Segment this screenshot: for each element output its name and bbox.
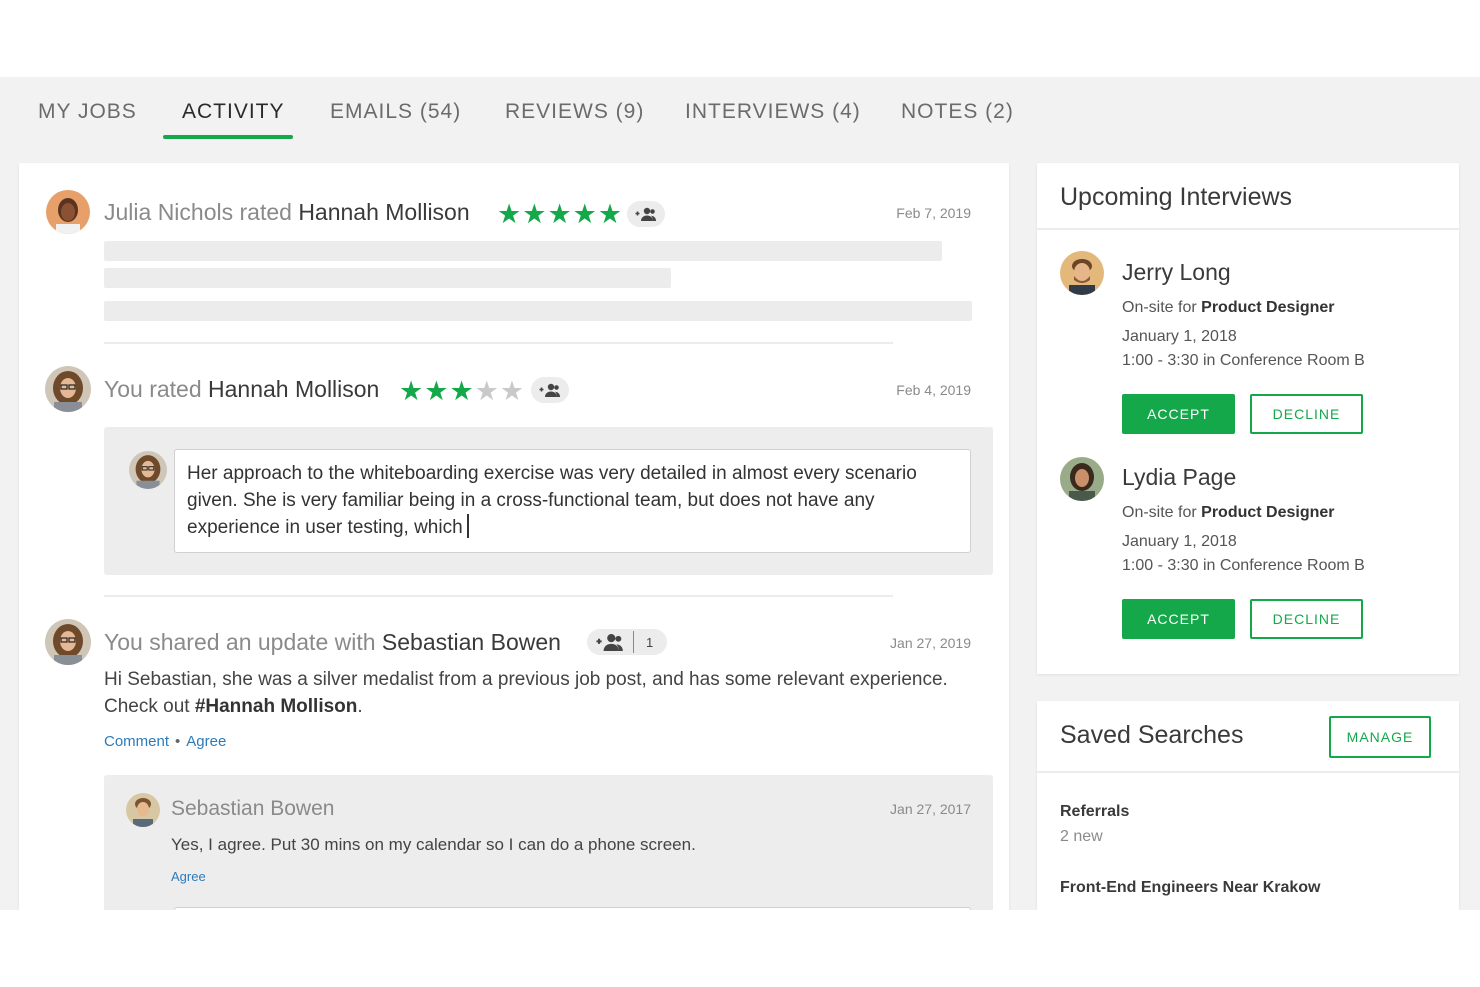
accept-button[interactable]: ACCEPT (1122, 394, 1235, 434)
update-body: Hi Sebastian, she was a silver medalist … (104, 666, 974, 720)
tab-interviews[interactable]: INTERVIEWS (4) (685, 100, 861, 124)
rating-stars-1: ★ ★ ★ ★ ★ (497, 201, 622, 228)
tab-notes[interactable]: NOTES (2) (901, 100, 1014, 124)
comment-link[interactable]: Comment (104, 733, 169, 750)
accept-button[interactable]: ACCEPT (1122, 599, 1235, 639)
card-divider (1037, 228, 1459, 230)
placeholder-line (104, 241, 942, 261)
add-person-icon (539, 383, 560, 397)
saved-search-name[interactable]: Front-End Engineers Near Krakow (1060, 879, 1321, 897)
card-divider (1037, 771, 1459, 773)
add-person-icon (635, 207, 656, 221)
reply-thread: Sebastian Bowen Jan 27, 2017 Yes, I agre… (104, 775, 993, 910)
avatar-you-small (129, 451, 167, 489)
interview-date: January 1, 2018 (1122, 533, 1237, 550)
interviewee-name[interactable]: Lydia Page (1122, 464, 1236, 491)
app-stage: MY JOBS ACTIVITY EMAILS (54) REVIEWS (9)… (0, 77, 1480, 910)
decline-button[interactable]: DECLINE (1250, 599, 1363, 639)
avatar-you[interactable] (45, 619, 91, 665)
interview-type: On-site for Product Designer (1122, 299, 1335, 316)
tab-emails[interactable]: EMAILS (54) (330, 100, 461, 124)
subject-link[interactable]: Hannah Mollison (298, 199, 469, 225)
reply-input[interactable] (174, 907, 971, 910)
activity-title-2: You rated Hannah Mollison (104, 376, 380, 402)
comment-textarea[interactable]: Her approach to the whiteboarding exerci… (174, 449, 971, 553)
saved-search-name[interactable]: Referrals (1060, 803, 1129, 821)
tab-reviews[interactable]: REVIEWS (9) (505, 100, 644, 124)
star-icon: ★ (547, 199, 572, 229)
update-actions: Comment • Agree (104, 733, 226, 750)
interviewee-name[interactable]: Jerry Long (1122, 259, 1231, 286)
rating-stars-2: ★ ★ ★ ★ ★ (399, 378, 524, 405)
upcoming-interviews-card: Upcoming Interviews Jerry Long On-site f… (1037, 163, 1459, 674)
dot-separator: • (175, 733, 181, 750)
placeholder-line (104, 301, 972, 321)
manage-button[interactable]: MANAGE (1329, 716, 1431, 758)
saved-search-count: 2 new (1060, 828, 1103, 845)
activity-date-2: Feb 4, 2019 (896, 382, 971, 398)
avatar-julia-nichols[interactable] (46, 190, 90, 234)
feed-divider (104, 342, 893, 344)
star-icon: ★ (497, 199, 522, 229)
star-icon: ★ (572, 199, 597, 229)
interview-time: 1:00 - 3:30 in Conference Room B (1122, 557, 1365, 574)
share-chip-1[interactable] (627, 201, 665, 227)
hashtag-link[interactable]: #Hannah Mollison (195, 696, 358, 717)
star-icon: ★ (399, 376, 424, 406)
comment-composer: Her approach to the whiteboarding exerci… (104, 427, 993, 575)
agree-link[interactable]: Agree (186, 733, 226, 750)
activity-date-1: Feb 7, 2019 (896, 205, 971, 221)
avatar-lydia-page[interactable] (1060, 457, 1104, 501)
activity-title-3: You shared an update with Sebastian Bowe… (104, 629, 561, 655)
update-line: Check out #Hannah Mollison. (104, 696, 363, 717)
comment-line: Her approach to the whiteboarding exerci… (187, 463, 917, 484)
update-line: Hi Sebastian, she was a silver medalist … (104, 669, 948, 690)
text-caret (466, 514, 469, 538)
activity-date-3: Jan 27, 2019 (890, 635, 971, 651)
reply-text: Yes, I agree. Put 30 mins on my calendar… (171, 835, 696, 854)
card-title: Saved Searches (1060, 721, 1244, 749)
star-empty-icon: ★ (474, 376, 499, 406)
star-icon: ★ (522, 199, 547, 229)
avatar-you[interactable] (45, 366, 91, 412)
subject-link[interactable]: Hannah Mollison (208, 376, 379, 402)
star-icon: ★ (449, 376, 474, 406)
share-count: 1 (646, 634, 654, 650)
saved-searches-card: Saved Searches MANAGE Referrals 2 new Fr… (1037, 701, 1459, 910)
star-empty-icon: ★ (499, 376, 525, 406)
tab-bar: MY JOBS ACTIVITY EMAILS (54) REVIEWS (9)… (0, 77, 1480, 147)
activity-title-1: Julia Nichols rated Hannah Mollison (104, 199, 470, 225)
subject-link[interactable]: Sebastian Bowen (382, 629, 561, 655)
tab-activity[interactable]: ACTIVITY (182, 100, 285, 124)
chip-separator (633, 631, 634, 653)
active-tab-indicator (163, 135, 293, 139)
star-icon: ★ (597, 199, 623, 229)
reply-author[interactable]: Sebastian Bowen (171, 797, 334, 821)
reply-agree-link[interactable]: Agree (171, 869, 206, 884)
decline-button[interactable]: DECLINE (1250, 394, 1363, 434)
share-chip-3[interactable]: 1 (587, 629, 668, 655)
avatar-jerry-long[interactable] (1060, 251, 1104, 295)
add-person-icon (596, 634, 623, 651)
card-title: Upcoming Interviews (1060, 183, 1293, 211)
activity-feed: Julia Nichols rated Hannah Mollison ★ ★ ★ ★… (19, 163, 1009, 910)
avatar-sebastian-bowen[interactable] (126, 793, 160, 827)
star-icon: ★ (424, 376, 449, 406)
interview-time: 1:00 - 3:30 in Conference Room B (1122, 352, 1365, 369)
comment-line: given. She is very familiar being in a c… (187, 490, 875, 511)
comment-line: experience in user testing, which (187, 514, 958, 541)
feed-divider (104, 595, 893, 597)
share-chip-2[interactable] (531, 377, 569, 403)
reply-date: Jan 27, 2017 (890, 801, 971, 817)
interview-date: January 1, 2018 (1122, 328, 1237, 345)
placeholder-line (104, 268, 671, 288)
tab-my-jobs[interactable]: MY JOBS (38, 100, 137, 124)
interview-type: On-site for Product Designer (1122, 504, 1335, 521)
